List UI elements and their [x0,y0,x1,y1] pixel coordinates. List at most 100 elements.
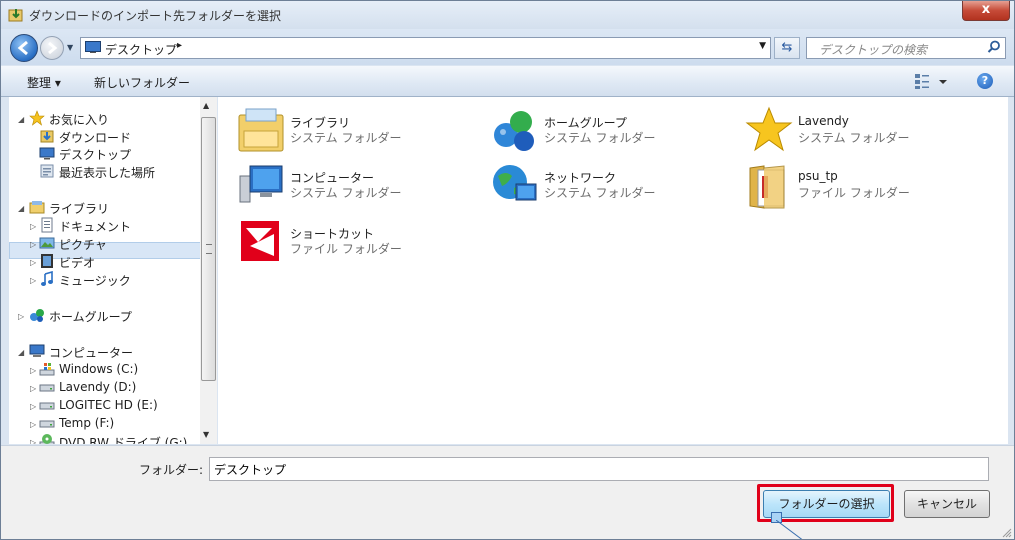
item-name: psu_tp [798,169,838,183]
item-tile[interactable]: ショートカット ファイル フォルダー [236,216,476,266]
expand-arrow-icon[interactable]: ▷ [30,276,36,285]
picture-icon [39,237,55,249]
nav-label: ミュージック [59,274,131,288]
collapse-arrow-icon[interactable]: ◢ [18,348,24,357]
music-icon [41,271,53,286]
item-type: システム フォルダー [798,131,910,145]
scroll-up-arrow-icon[interactable]: ▲ [203,101,209,110]
expand-arrow-icon[interactable]: ▷ [30,402,36,411]
homegroup-icon [30,309,44,322]
nav-label: Temp (F:) [59,416,115,430]
help-button[interactable]: ? [977,73,993,89]
computer-icon [29,344,45,357]
content-pane: ライブラリ システム フォルダー ホームグループ システム フォルダー Lave… [218,97,1008,444]
title-bar: ダウンロードのインポート先フォルダーを選択 x [1,1,1014,29]
item-type: システム フォルダー [290,131,402,145]
drive-icon [39,384,55,392]
item-name: Lavendy [798,114,849,128]
nav-label: DVD RW ドライブ (G:) [59,436,188,444]
nav-label: ライブラリ [49,202,110,216]
scroll-grip [206,244,212,254]
star-icon [745,106,793,152]
homegroup-icon [494,111,534,151]
forward-button[interactable] [40,36,64,60]
desktop-icon [85,41,101,53]
address-box[interactable]: デスクトップ ▸ ▼ [80,37,771,59]
resize-grip-icon[interactable] [1002,528,1012,538]
close-button[interactable]: x [962,1,1010,21]
item-tile[interactable]: コンピューター システム フォルダー [236,160,476,210]
command-bar: 整理 ▾ 新しいフォルダー ? [1,66,1014,97]
expand-arrow-icon[interactable]: ▷ [30,240,36,249]
item-tile[interactable]: Lavendy システム フォルダー [744,105,984,155]
expand-arrow-icon[interactable]: ▷ [30,438,36,444]
document-icon [41,217,53,233]
nav-label: デスクトップ [59,148,132,162]
search-placeholder: デスクトップの検索 [819,43,928,57]
organize-button[interactable]: 整理 ▾ [27,74,61,91]
collapse-arrow-icon[interactable]: ◢ [18,204,24,213]
item-tile[interactable]: ホームグループ システム フォルダー [490,105,730,155]
desktop-icon [39,147,55,160]
address-dropdown-icon[interactable]: ▼ [759,41,766,51]
nav-label: ピクチャ [59,238,107,252]
downloads-folder-icon [40,130,54,143]
windows-drive-icon [39,363,55,376]
video-icon [41,254,53,268]
search-box[interactable]: デスクトップの検索 [806,37,1006,59]
new-folder-button[interactable]: 新しいフォルダー [94,74,190,91]
download-icon [8,9,23,22]
recent-places-icon [40,164,54,178]
computer-icon [239,165,283,203]
folder-name-input[interactable] [209,457,989,481]
item-tile[interactable]: ライブラリ システム フォルダー [236,105,476,155]
item-type: システム フォルダー [544,186,656,200]
dvd-drive-icon [39,434,55,444]
item-tile[interactable]: psu_tp ファイル フォルダー [744,160,984,210]
star-icon [29,110,45,126]
nav-label: ホームグループ [49,310,132,324]
refresh-icon: ⇆ [781,40,793,55]
drive-icon [39,402,55,410]
annotation-pointer-line [776,520,803,539]
folder-field-label: フォルダー: [139,463,204,477]
scroll-thumb[interactable] [201,117,216,381]
collapse-arrow-icon[interactable]: ◢ [18,115,24,124]
expand-arrow-icon[interactable]: ▷ [30,222,36,231]
cancel-button[interactable]: キャンセル [904,490,990,518]
refresh-button[interactable]: ⇆ [774,37,800,59]
nav-label: ビデオ [59,256,96,270]
item-tile[interactable]: ネットワーク システム フォルダー [490,160,730,210]
folder-icon [749,165,785,209]
scroll-down-arrow-icon[interactable]: ▼ [203,430,209,439]
expand-arrow-icon[interactable]: ▷ [30,258,36,267]
address-separator[interactable]: ▸ [177,40,182,51]
back-button[interactable] [10,34,38,62]
item-type: システム フォルダー [544,131,656,145]
navigation-pane: ◢ お気に入り ダウンロード デスクトップ 最近表示した場所 ◢ ライブラリ ▷… [9,97,201,444]
back-arrow-icon [17,40,28,56]
nav-label: 最近表示した場所 [59,166,156,180]
item-type: ファイル フォルダー [290,242,402,256]
nav-label: ドキュメント [59,220,132,234]
view-options-icon[interactable] [914,72,950,90]
expand-arrow-icon[interactable]: ▷ [30,420,36,429]
nav-label: LOGITEC HD (E:) [59,398,158,412]
item-type: ファイル フォルダー [798,186,910,200]
library-icon [238,108,284,152]
network-icon [493,165,537,201]
shortcut-logo-icon [241,221,279,261]
expand-arrow-icon[interactable]: ▷ [18,312,24,321]
expand-arrow-icon[interactable]: ▷ [30,384,36,393]
search-icon[interactable] [987,40,1001,54]
nav-label: ダウンロード [59,131,132,145]
address-location[interactable]: デスクトップ [105,41,177,58]
nav-label: Lavendy (D:) [59,380,137,394]
forward-arrow-icon [48,41,58,55]
window-title: ダウンロードのインポート先フォルダーを選択 [29,9,282,23]
nav-scrollbar[interactable]: ▲ ▼ [200,97,217,444]
item-type: システム フォルダー [290,186,402,200]
recent-pages-chevron-icon[interactable]: ▼ [67,43,73,52]
drive-icon [39,420,55,428]
expand-arrow-icon[interactable]: ▷ [30,366,36,375]
